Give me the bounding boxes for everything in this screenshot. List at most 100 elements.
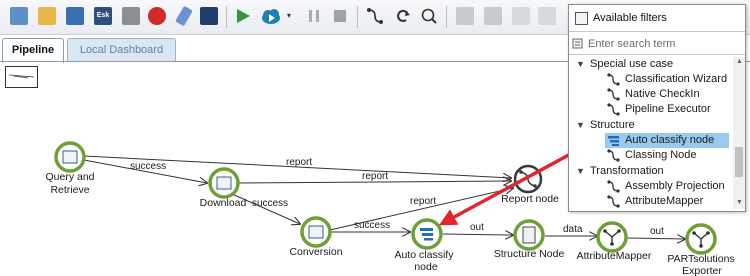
console-icon: [62, 150, 78, 164]
edge-label: success: [130, 161, 166, 172]
document-icon: [522, 226, 536, 244]
tree-item-label: Pipeline Executor: [625, 103, 711, 115]
node-label: Structure Node: [494, 248, 565, 260]
node-label: node: [414, 261, 438, 273]
edge-download-report[interactable]: report: [237, 171, 511, 183]
node-conversion[interactable]: Conversion: [289, 216, 343, 258]
edge-label: data: [563, 224, 583, 235]
node-label: Auto classify: [395, 249, 455, 261]
node-query-and-retrieve[interactable]: Query and Retrieve: [45, 141, 95, 196]
console-icon: [216, 176, 232, 190]
window-icon: [575, 12, 588, 25]
filter-node-icon: [607, 88, 620, 101]
scrollbar-thumb[interactable]: [735, 147, 743, 177]
node-label: Retrieve: [50, 184, 89, 196]
node-label: Report node: [501, 193, 559, 205]
refresh-icon[interactable]: [394, 7, 412, 25]
tree-item-assembly-projection[interactable]: Assembly Projection: [569, 179, 731, 194]
stop-icon[interactable]: [331, 7, 349, 25]
auto-classify-icon: [608, 136, 619, 146]
undo-icon[interactable]: [512, 7, 530, 25]
tab-local-dashboard[interactable]: Local Dashboard: [67, 38, 176, 62]
pipeline-editor-window: Esk ▾ Pipeline Local Dashboard success r…: [0, 0, 750, 276]
chevron-down-icon[interactable]: ▾: [287, 7, 295, 25]
node-label: Conversion: [289, 246, 342, 258]
edge-conversion-autoclassify[interactable]: success: [330, 220, 410, 232]
search-filter-icon: [572, 38, 583, 49]
search-zoom-icon[interactable]: [420, 7, 438, 25]
edge-label: out: [470, 222, 484, 233]
node-structure[interactable]: Structure Node: [494, 219, 565, 260]
filter-node-icon: [607, 195, 620, 208]
filter-search-field[interactable]: Enter search term: [569, 33, 745, 55]
pause-icon[interactable]: [305, 7, 323, 25]
edge-label: report: [410, 196, 436, 207]
tree-item-label: Classification Wizard: [625, 73, 728, 85]
tree-category-special-use-case[interactable]: ▼ Special use case: [569, 57, 731, 72]
run-icon[interactable]: [234, 7, 252, 25]
node-download[interactable]: Download: [200, 167, 247, 209]
tree-item-label: Auto classify node: [625, 134, 715, 146]
edge-label: success: [252, 198, 288, 209]
expand-arrow-icon[interactable]: ▼: [576, 118, 585, 133]
copy-icon[interactable]: [456, 7, 474, 25]
available-filters-panel: Available filters Enter search term ▼ Sp…: [568, 4, 746, 212]
node-label: Exporter: [682, 265, 722, 276]
toolbar-separator: [446, 6, 447, 28]
tab-pipeline[interactable]: Pipeline: [2, 38, 64, 63]
save-icon[interactable]: [66, 7, 84, 25]
edge-autoclassify-structure[interactable]: out: [442, 222, 513, 235]
tree-category-label: Structure: [590, 119, 635, 131]
open-icon[interactable]: [10, 7, 28, 25]
tree-item-label: Native CheckIn: [625, 88, 700, 100]
node-attributemapper[interactable]: AttributeMapper: [577, 221, 652, 262]
esk-icon[interactable]: Esk: [94, 7, 112, 25]
node-label: Query and: [45, 171, 94, 183]
search-placeholder: Enter search term: [588, 38, 676, 50]
tree-item-attributemapper[interactable]: AttributeMapper: [569, 194, 731, 209]
tree-category-transformation[interactable]: ▼ Transformation: [569, 164, 731, 179]
edit-icon[interactable]: [122, 7, 140, 25]
console-icon[interactable]: [200, 7, 218, 25]
edge-label: report: [362, 171, 388, 182]
tree-item-classing-node[interactable]: Classing Node: [569, 148, 731, 163]
scroll-up-icon[interactable]: ▲: [736, 58, 743, 65]
connection-icon[interactable]: [366, 7, 384, 25]
tree-item-label: Assembly Projection: [625, 180, 725, 192]
scroll-down-icon[interactable]: ▼: [736, 199, 743, 206]
expand-arrow-icon[interactable]: ▼: [576, 57, 585, 72]
redo-icon[interactable]: [538, 7, 556, 25]
node-auto-classify[interactable]: Auto classify node: [395, 218, 455, 273]
tree-category-label: Transformation: [590, 165, 664, 177]
tree-item-auto-classify-node[interactable]: Auto classify node: [605, 133, 729, 148]
tree-category-structure[interactable]: ▼ Structure: [569, 118, 731, 133]
edge-attributemapper-partsolutions[interactable]: out: [625, 226, 685, 239]
edge-structure-attributemapper[interactable]: data: [545, 224, 597, 236]
node-label: PARTsolutions: [667, 253, 734, 265]
stop-sign-icon[interactable]: [148, 7, 166, 25]
edge-query-download[interactable]: success: [83, 159, 207, 183]
edge-label: success: [354, 220, 390, 231]
paste-icon[interactable]: [484, 7, 502, 25]
minimap[interactable]: [5, 66, 38, 88]
tree-category-label: Special use case: [590, 58, 674, 70]
filter-scrollbar[interactable]: ▲ ▼: [733, 57, 745, 209]
auto-classify-icon: [420, 228, 433, 231]
tree-item-pipeline-executor[interactable]: Pipeline Executor: [569, 102, 731, 117]
eraser-icon[interactable]: [175, 5, 193, 27]
filter-node-icon: [607, 103, 620, 116]
filter-tree: ▼ Special use case Classification Wizard…: [569, 57, 731, 209]
tree-item-label: AttributeMapper: [625, 195, 704, 207]
tree-item-native-checkin[interactable]: Native CheckIn: [569, 87, 731, 102]
cloud-upload-icon[interactable]: [260, 7, 282, 25]
expand-arrow-icon[interactable]: ▼: [576, 164, 585, 179]
filters-panel-title: Available filters: [593, 12, 667, 24]
console-icon: [308, 225, 324, 239]
tree-item-classification-wizard[interactable]: Classification Wizard: [569, 72, 731, 87]
toolbar-separator: [357, 6, 358, 28]
edge-label: out: [650, 226, 664, 237]
node-partsolutions-exporter[interactable]: PARTsolutions Exporter: [667, 223, 735, 276]
node-label: AttributeMapper: [577, 250, 652, 262]
folder-icon[interactable]: [38, 7, 56, 25]
edge-label: report: [286, 157, 312, 168]
